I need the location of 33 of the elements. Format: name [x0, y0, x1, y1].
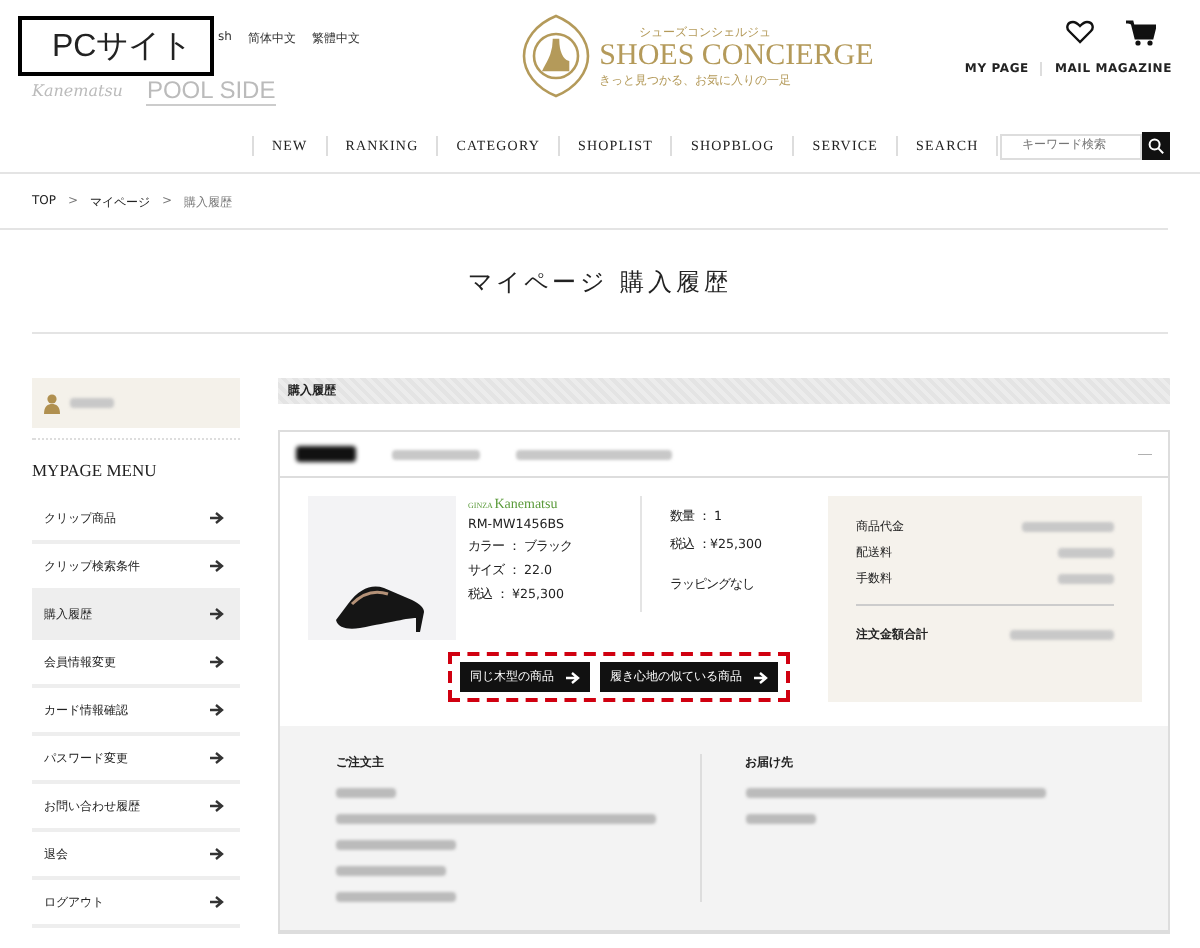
menu-heading: MYPAGE MENU: [32, 438, 240, 496]
annotation-label: PCサイト: [18, 16, 214, 76]
arrow-icon: [210, 656, 224, 668]
blurred-badge: [296, 446, 356, 462]
blurred-text: [1058, 548, 1114, 558]
blurred-text: [392, 449, 480, 459]
arrow-icon: [566, 671, 580, 683]
arrow-icon: [210, 848, 224, 860]
arrow-icon: [210, 800, 224, 812]
search-icon: [1148, 138, 1164, 154]
cart-icon: [1126, 20, 1156, 46]
person-icon: [44, 393, 60, 413]
blurred-text: [745, 814, 815, 824]
blurred-text: [336, 788, 396, 798]
blurred-text: [336, 840, 456, 850]
arrow-icon: [210, 752, 224, 764]
arrow-icon: [210, 896, 224, 908]
arrow-icon: [210, 512, 224, 524]
blurred-text: [336, 892, 456, 902]
blurred-text: [1022, 522, 1114, 532]
arrow-icon: [210, 704, 224, 716]
blurred-text: [1058, 574, 1114, 584]
heart-icon: [1066, 20, 1094, 44]
page-title: マイページ 購入履歴: [32, 230, 1168, 334]
arrow-icon: [754, 671, 768, 683]
arrow-icon: [210, 608, 224, 620]
ornament-shoe-logo-icon: [519, 12, 592, 100]
blurred-text: [70, 398, 114, 408]
blurred-text: [336, 866, 446, 876]
search-button[interactable]: [1142, 132, 1170, 160]
blurred-text: [1010, 630, 1114, 640]
arrow-icon: [210, 560, 224, 572]
logo-text: SHOES CONCIERGE: [599, 41, 874, 71]
